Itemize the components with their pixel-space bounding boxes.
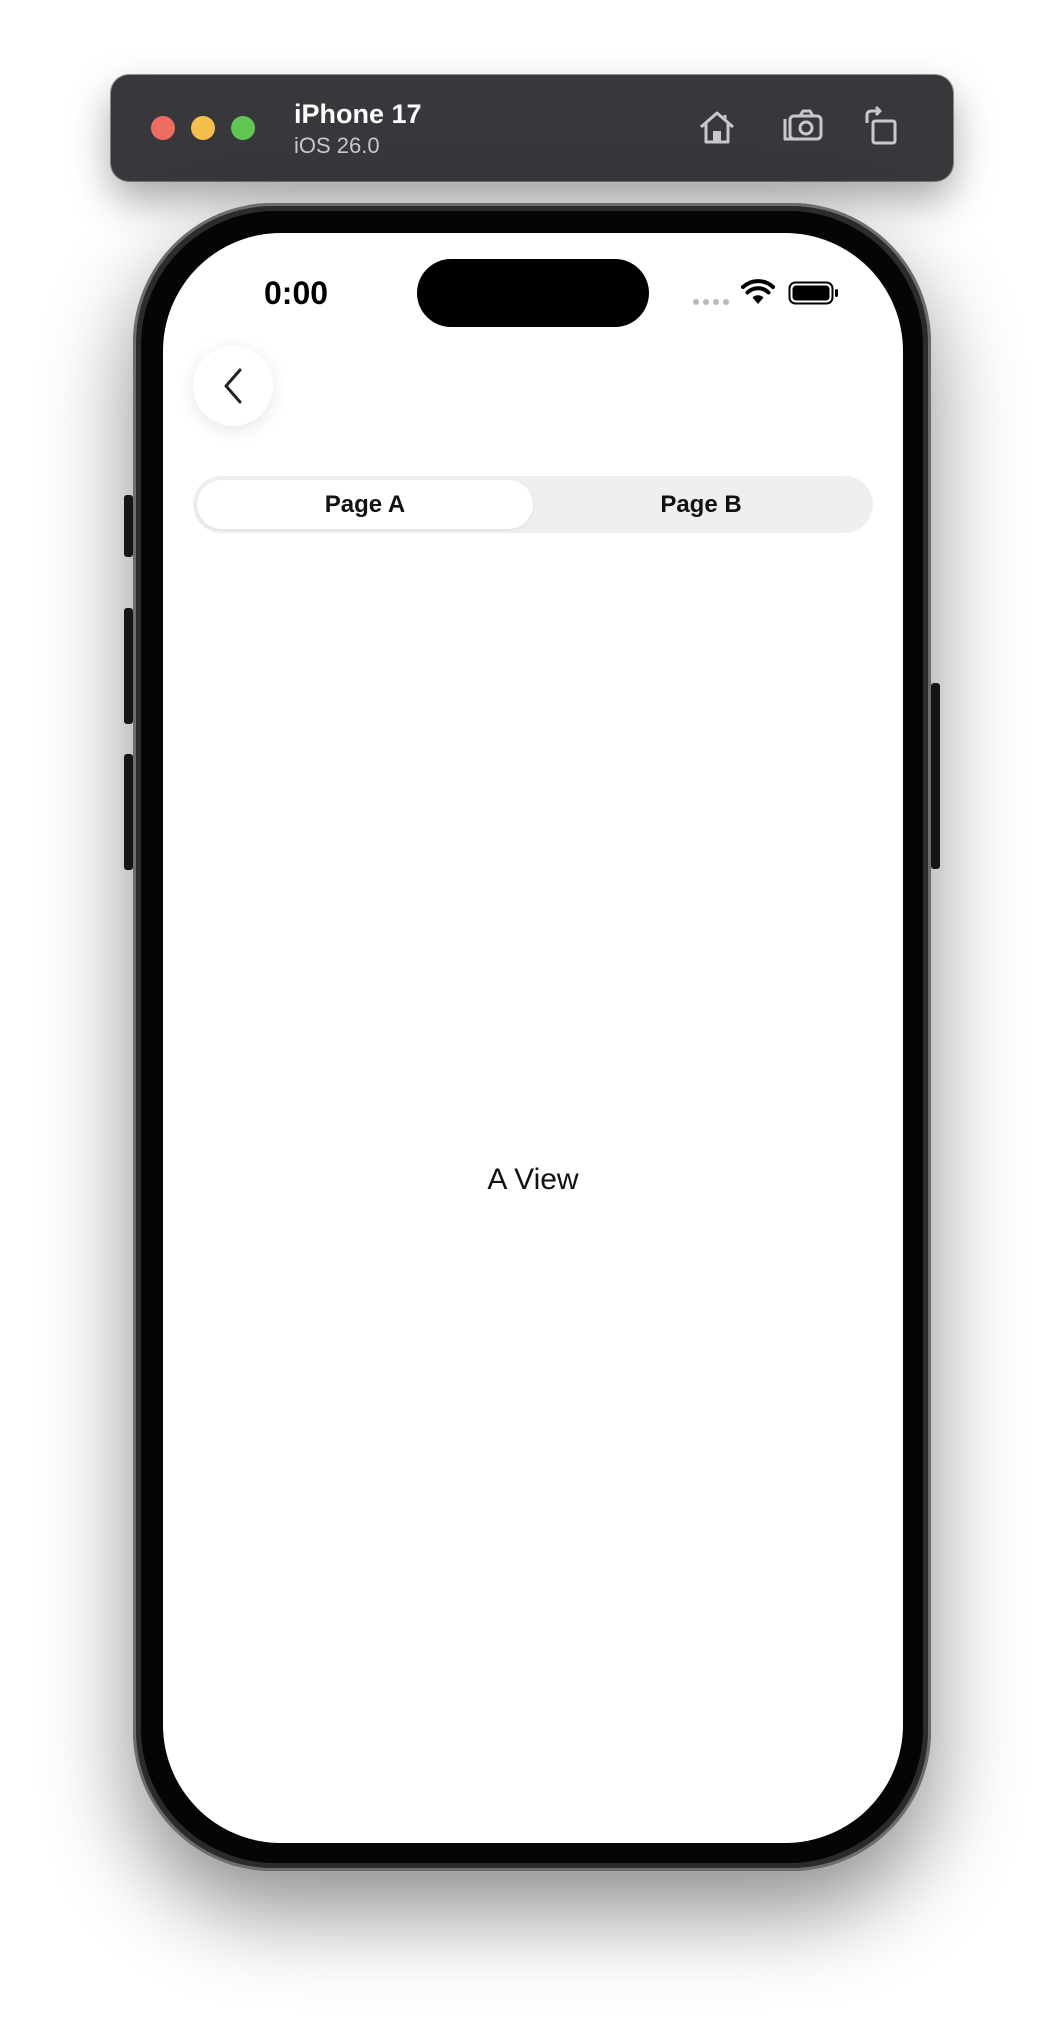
home-button[interactable] — [691, 101, 743, 153]
os-version: iOS 26.0 — [294, 133, 380, 158]
simulator-stage: iPhone 17 iOS 26.0 0:00 Page A Page B A … — [0, 0, 1064, 2022]
segment-page-a[interactable]: Page A — [197, 480, 533, 529]
zoom-window-button[interactable] — [231, 116, 255, 140]
home-icon — [700, 111, 734, 144]
device-screen: 0:00 Page A Page B A View — [163, 233, 903, 1843]
rotate-icon — [865, 105, 897, 145]
simulator-toolbar: iPhone 17 iOS 26.0 — [111, 75, 953, 181]
battery-icon — [788, 281, 838, 305]
action-button — [124, 495, 133, 557]
chevron-left-icon — [224, 368, 242, 404]
screenshot-icon — [783, 109, 823, 141]
dynamic-island — [417, 259, 649, 327]
screenshot-button[interactable] — [777, 101, 829, 153]
wifi-icon — [741, 279, 775, 304]
close-window-button[interactable] — [151, 116, 175, 140]
rotate-button[interactable] — [857, 101, 909, 153]
cellular-signal-icon — [693, 299, 729, 305]
volume-down-button — [124, 754, 133, 870]
minimize-window-button[interactable] — [191, 116, 215, 140]
back-button[interactable] — [193, 346, 273, 426]
volume-up-button — [124, 608, 133, 724]
page-segmented-control: Page A Page B — [193, 476, 873, 533]
content-view-label: A View — [487, 1163, 579, 1196]
device-name: iPhone 17 — [294, 99, 422, 129]
segment-page-b[interactable]: Page B — [533, 480, 869, 529]
status-time: 0:00 — [264, 275, 329, 311]
side-button — [931, 683, 940, 869]
